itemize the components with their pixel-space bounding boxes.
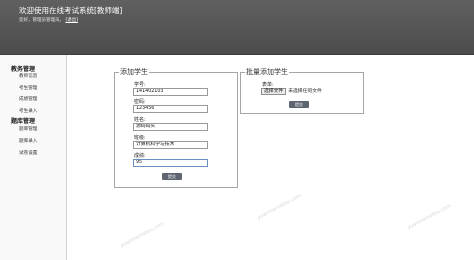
sidebar-item-paper-settings[interactable]: 试卷设置 [19, 150, 37, 156]
student-id-label: 学号: [134, 82, 146, 88]
file-picker: 选择文件 未选择任何文件 [261, 88, 322, 96]
sidebar-group-academic[interactable]: 教务管理 [11, 64, 35, 73]
sidebar-item-student-manage[interactable]: 考生管理 [19, 85, 37, 91]
watermark: yuanmamatou.com [119, 220, 166, 250]
top-header: 欢迎使用在线考试系统[教师端] 您好，管理员管理员。 [退出] [0, 0, 474, 55]
score-input[interactable]: 95 [133, 159, 208, 167]
score-label: 成绩: [134, 153, 146, 159]
sidebar-item-bank-entry[interactable]: 题库录入 [19, 138, 37, 144]
file-label: 表单: [262, 82, 274, 88]
sidebar-item-score-manage[interactable]: 成绩管理 [19, 96, 37, 102]
app-title: 欢迎使用在线考试系统[教师端] [19, 6, 123, 15]
add-student-legend: 添加学生 [119, 68, 149, 77]
batch-add-submit-button[interactable]: 提交 [289, 101, 309, 108]
file-status: 未选择任何文件 [288, 89, 322, 94]
name-input[interactable]: 源码码头 [133, 123, 208, 131]
watermark: yuanmamatou.com [256, 192, 303, 222]
welcome-text: 您好，管理员管理员。 [19, 18, 64, 23]
class-input[interactable]: 计算机科学与技术 [133, 141, 208, 149]
sidebar-item-teacher-info[interactable]: 教师信息 [19, 73, 37, 79]
sidebar-item-bank-manage[interactable]: 题库管理 [19, 126, 37, 132]
batch-add-legend: 批量添加学生 [245, 68, 289, 77]
class-label: 班级: [134, 135, 146, 141]
add-student-submit-button[interactable]: 提交 [162, 173, 182, 180]
name-label: 姓名: [134, 117, 146, 123]
password-input[interactable]: 123456 [133, 105, 208, 113]
sidebar-item-student-entry[interactable]: 考生录入 [19, 108, 37, 114]
watermark: yuanmamatou.com [406, 202, 453, 232]
logout-link[interactable]: [退出] [65, 18, 78, 23]
choose-file-button[interactable]: 选择文件 [261, 88, 287, 95]
sidebar-group-question-bank[interactable]: 题库管理 [11, 116, 35, 125]
password-label: 密码: [134, 99, 146, 105]
welcome-line: 您好，管理员管理员。 [退出] [19, 17, 78, 23]
sidebar: 教务管理 教师信息 考生管理 成绩管理 考生录入 题库管理 题库管理 题库录入 … [0, 55, 67, 260]
student-id-input[interactable]: 141402103 [133, 88, 208, 96]
